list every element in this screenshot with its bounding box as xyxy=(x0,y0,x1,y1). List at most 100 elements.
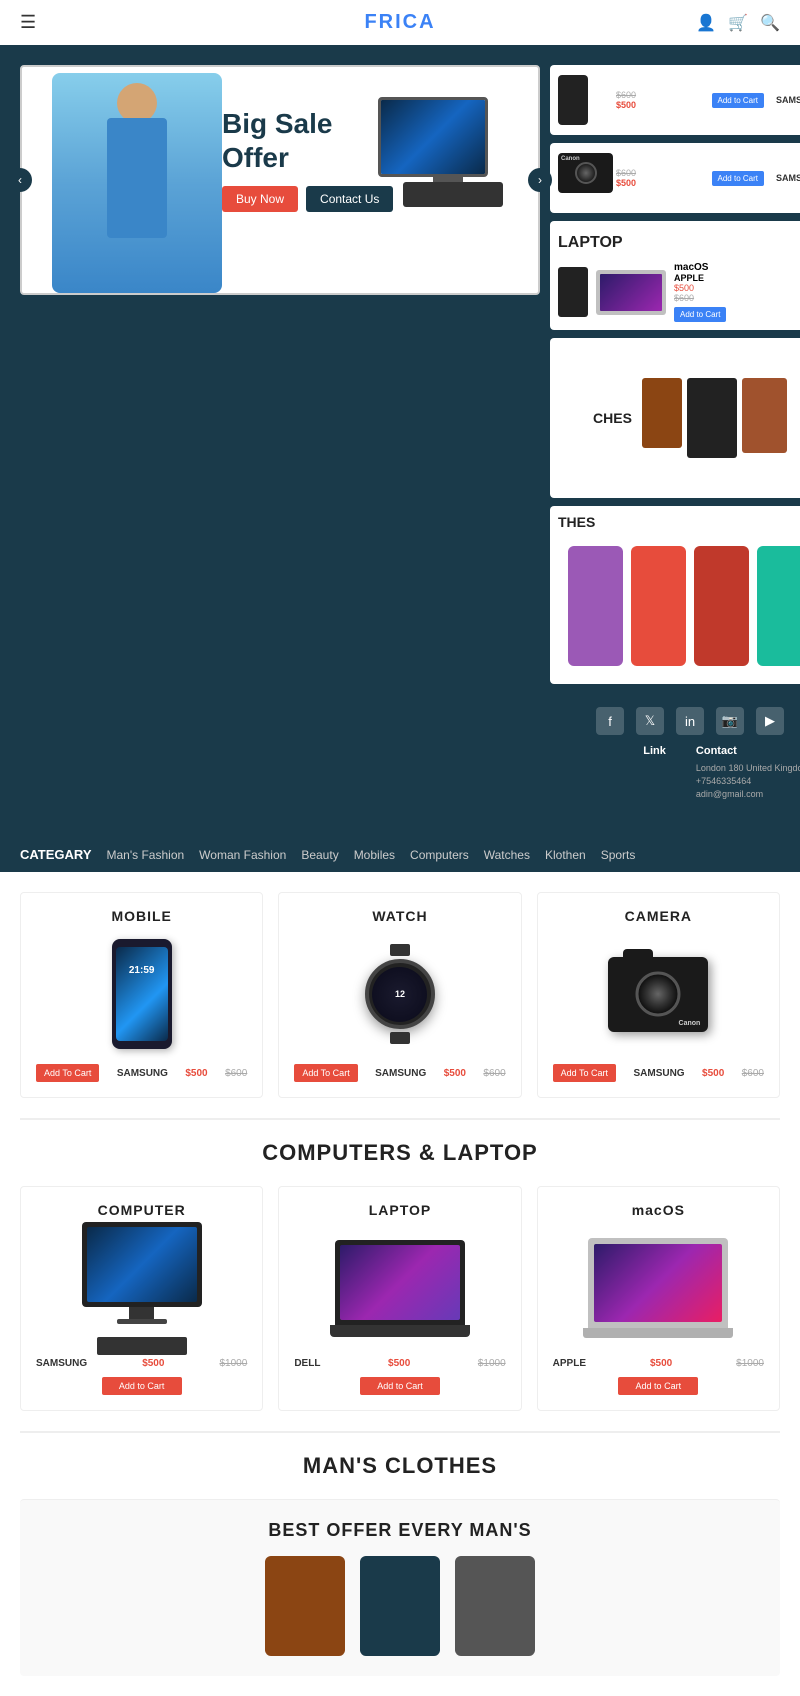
mobile-category-label: MOBILE xyxy=(111,908,171,924)
category-womens-fashion[interactable]: Woman Fashion xyxy=(199,848,286,862)
footer-phone: +7546335464 xyxy=(696,776,800,786)
watch-price-orig: $600 xyxy=(483,1068,505,1079)
footer-contact-col: Contact London 180 United Kingdom +75463… xyxy=(696,745,800,802)
mobile-add-cart[interactable]: Add To Cart xyxy=(36,1064,99,1082)
mans-clothes-section: BEST OFFER EVERY MAN'S xyxy=(20,1499,780,1676)
laptop-base xyxy=(330,1325,470,1337)
side-phone-price-orig: $600 xyxy=(616,90,704,100)
footer-address: London 180 United Kingdom xyxy=(696,763,800,773)
hero-section: ‹ Big Sale Offer Buy Now xyxy=(0,45,800,837)
category-nav: CATEGARY Man's Fashion Woman Fashion Bea… xyxy=(0,837,800,872)
laptop-footer: DELL $500 $1000 xyxy=(294,1358,505,1369)
side-laptop-info: macOS APPLE $500 $600 Add to Cart xyxy=(674,262,726,322)
mans-clothes-title: MAN'S CLOTHES xyxy=(20,1453,780,1479)
side-coats-section: THES xyxy=(550,506,800,684)
side-camera-brand: SAMSUNG xyxy=(776,173,800,183)
category-klothen[interactable]: Klothen xyxy=(545,848,586,862)
mobile-image-area: 21:59 xyxy=(36,934,247,1054)
watch-add-cart[interactable]: Add To Cart xyxy=(294,1064,357,1082)
laptop-price-orig: $1000 xyxy=(478,1358,506,1369)
computer-base xyxy=(117,1319,167,1324)
coat-darkred xyxy=(694,546,749,666)
hamburger-icon[interactable]: ☰ xyxy=(20,12,36,33)
side-laptop-section: LAPTOP macOS APPLE $500 $600 Add to Cart xyxy=(550,221,800,330)
buy-now-button[interactable]: Buy Now xyxy=(222,186,298,212)
hero-arrow-right[interactable]: › xyxy=(528,168,552,192)
clothes-stack xyxy=(642,378,787,458)
cloth-tan xyxy=(742,378,787,453)
side-laptop-price-orig: $600 xyxy=(674,293,726,303)
phone-screen: 21:59 xyxy=(116,947,168,1041)
side-clothes-title: CHES xyxy=(593,410,632,426)
laptop-add-cart[interactable]: Add to Cart xyxy=(360,1377,440,1395)
side-phone-image xyxy=(558,75,608,125)
macos-category-label: macOS xyxy=(632,1202,685,1218)
macos-label: macOS xyxy=(674,262,726,273)
coat-purple xyxy=(568,546,623,666)
cart-icon[interactable]: 🛒 xyxy=(728,13,748,33)
camera-price-sale: $500 xyxy=(702,1068,724,1079)
side-laptop-title: LAPTOP xyxy=(558,234,800,252)
linkedin-icon[interactable]: in xyxy=(676,707,704,735)
camera-product-footer: Add To Cart SAMSUNG $500 $600 xyxy=(553,1064,764,1082)
category-computers[interactable]: Computers xyxy=(410,848,469,862)
youtube-icon[interactable]: ▶ xyxy=(756,707,784,735)
category-mobiles[interactable]: Mobiles xyxy=(354,848,395,862)
macos-base xyxy=(583,1328,733,1338)
mobile-brand: SAMSUNG xyxy=(117,1068,168,1079)
macos-brand: APPLE xyxy=(553,1358,586,1369)
computer-shape xyxy=(82,1222,202,1355)
laptop-image-area xyxy=(294,1228,505,1348)
twitter-icon[interactable]: 𝕏 xyxy=(636,707,664,735)
category-sports[interactable]: Sports xyxy=(601,848,636,862)
side-camera-info: $600 $500 xyxy=(616,168,704,188)
mens-cloth-2 xyxy=(360,1556,440,1656)
contact-us-button[interactable]: Contact Us xyxy=(306,186,393,212)
camera-price-orig: $600 xyxy=(742,1068,764,1079)
mens-cloth-3 xyxy=(455,1556,535,1656)
watch-time: 12 xyxy=(395,989,405,999)
watch-band-top xyxy=(390,944,410,956)
instagram-icon[interactable]: 📷 xyxy=(716,707,744,735)
camera-add-cart[interactable]: Add To Cart xyxy=(553,1064,616,1082)
watch-category-label: WATCH xyxy=(372,908,427,924)
mens-cloth-1 xyxy=(265,1556,345,1656)
watch-shape: 12 xyxy=(360,949,440,1039)
computers-row: COMPUTER SAMSUNG $500 $1000 Add xyxy=(20,1186,780,1411)
user-icon[interactable]: 👤 xyxy=(696,13,716,33)
side-camera-price-orig: $600 xyxy=(616,168,704,178)
keyboard-image xyxy=(97,1337,187,1355)
coats-display xyxy=(558,536,800,676)
mobile-price-orig: $600 xyxy=(225,1068,247,1079)
macos-product-card: macOS APPLE $500 $1000 Add to Cart xyxy=(537,1186,780,1411)
macos-screen-housing xyxy=(588,1238,728,1328)
side-camera-add-cart[interactable]: Add to Cart xyxy=(712,171,764,186)
watch-band-bottom xyxy=(390,1032,410,1044)
macos-shape xyxy=(583,1238,733,1338)
category-watches[interactable]: Watches xyxy=(484,848,530,862)
side-laptop-add-cart[interactable]: Add to Cart xyxy=(674,307,726,322)
computer-image-area xyxy=(36,1228,247,1348)
category-beauty[interactable]: Beauty xyxy=(301,848,338,862)
hero-title: Big Sale Offer xyxy=(222,107,393,174)
watch-image-area: 12 xyxy=(294,934,505,1054)
footer-partial: f 𝕏 in 📷 ▶ Link Contact London 180 Unite… xyxy=(550,692,800,817)
side-phone-add-cart[interactable]: Add to Cart xyxy=(712,93,764,108)
computer-product-card: COMPUTER SAMSUNG $500 $1000 Add xyxy=(20,1186,263,1411)
mobile-product-footer: Add To Cart SAMSUNG $500 $600 xyxy=(36,1064,247,1082)
category-mens-fashion[interactable]: Man's Fashion xyxy=(107,848,185,862)
hero-arrow-left[interactable]: ‹ xyxy=(8,168,32,192)
facebook-icon[interactable]: f xyxy=(596,707,624,735)
macos-price-orig: $1000 xyxy=(736,1358,764,1369)
macos-add-cart[interactable]: Add to Cart xyxy=(618,1377,698,1395)
computer-stand xyxy=(129,1307,154,1319)
hero-content: Big Sale Offer Buy Now Contact Us xyxy=(222,107,393,212)
laptop-product-card: LAPTOP DELL $500 $1000 Add to Cart xyxy=(278,1186,521,1411)
camera-bump xyxy=(623,949,653,959)
footer-link-title: Link xyxy=(643,745,666,757)
side-product-phone: $600 $500 Add to Cart SAMSUNG xyxy=(550,65,800,135)
computer-add-cart[interactable]: Add to Cart xyxy=(102,1377,182,1395)
search-icon[interactable]: 🔍 xyxy=(760,13,780,33)
side-coats-title: THES xyxy=(558,514,800,530)
cloth-black xyxy=(687,378,737,458)
